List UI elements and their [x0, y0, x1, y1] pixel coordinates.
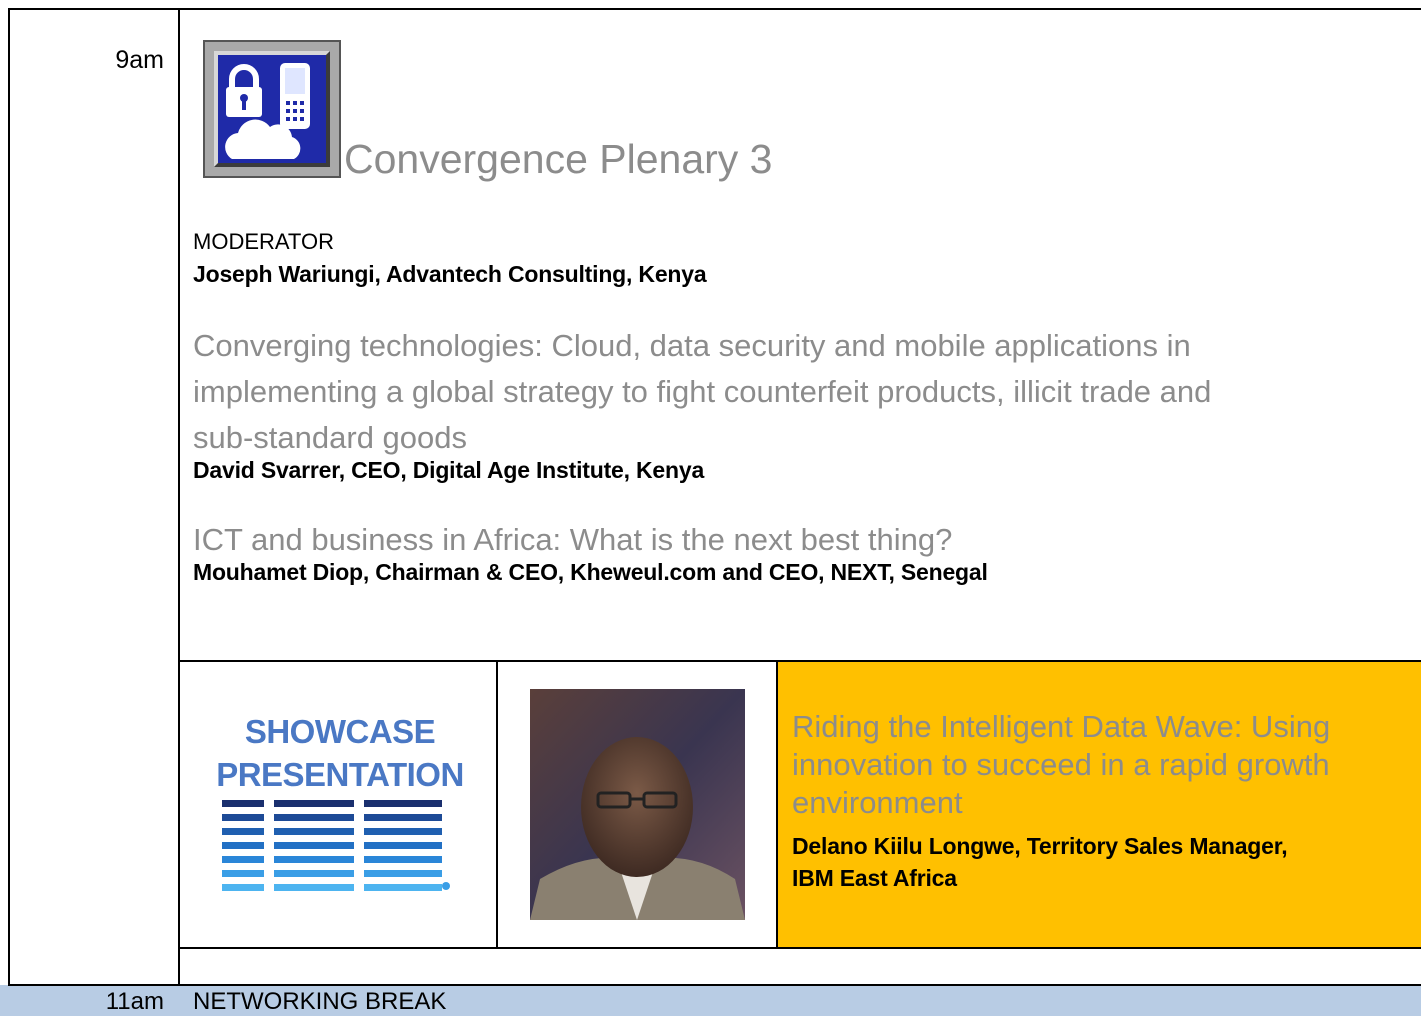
talk-1: Converging technologies: Cloud, data sec… — [193, 323, 1413, 484]
showcase-label: SHOWCASE PRESENTATION — [190, 710, 490, 796]
talk-2: ICT and business in Africa: What is the … — [193, 517, 1413, 586]
break-time: 11am — [105, 988, 164, 1015]
showcase-speaker: Delano Kiilu Longwe, Territory Sales Man… — [792, 830, 1402, 894]
lock-phone-cloud-icon — [225, 63, 310, 159]
showcase-label-line-1: SHOWCASE — [244, 713, 436, 750]
showcase-title-line-2: innovation to succeed in a rapid growth — [792, 747, 1330, 782]
speaker-portrait — [530, 689, 745, 920]
talk-1-title-line-1: Converging technologies: Cloud, data sec… — [193, 328, 1191, 363]
showcase-speaker-line-1: Delano Kiilu Longwe, Territory Sales Man… — [792, 833, 1288, 859]
showcase-divider-1 — [496, 660, 498, 949]
security-cloud-icon — [203, 40, 341, 178]
talk-1-title-line-2: implementing a global strategy to fight … — [193, 374, 1212, 409]
break-row-top-border — [8, 984, 1421, 986]
table-border-left — [8, 8, 10, 1016]
break-label: NETWORKING BREAK — [193, 988, 447, 1015]
talk-2-speaker: Mouhamet Diop, Chairman & CEO, Kheweul.c… — [193, 559, 988, 585]
table-border-top — [8, 8, 1421, 10]
session-time: 9am — [115, 46, 164, 74]
showcase-title-line-3: environment — [792, 785, 963, 820]
showcase-divider-2 — [776, 660, 778, 949]
talk-2-title-line-1: ICT and business in Africa: What is the … — [193, 522, 953, 557]
ibm-logo — [222, 800, 452, 892]
showcase-speaker-line-2: IBM East Africa — [792, 865, 957, 891]
ibm-logo-graphic — [222, 800, 450, 891]
showcase-label-line-2: PRESENTATION — [216, 756, 464, 793]
moderator-name: Joseph Wariungi, Advantech Consulting, K… — [193, 261, 707, 287]
showcase-table-top — [180, 660, 1421, 662]
showcase-title-line-1: Riding the Intelligent Data Wave: Using — [792, 709, 1331, 744]
talk-1-speaker: David Svarrer, CEO, Digital Age Institut… — [193, 457, 705, 483]
showcase-table-bottom — [180, 947, 1421, 949]
moderator-label: MODERATOR — [193, 229, 334, 254]
plenary-title: Convergence Plenary 3 — [344, 136, 773, 182]
showcase-talk-title: Riding the Intelligent Data Wave: Using … — [792, 708, 1417, 822]
speaker-portrait-image — [530, 689, 745, 920]
time-column-divider — [178, 8, 180, 1016]
talk-1-title-line-3: sub-standard goods — [193, 420, 468, 455]
